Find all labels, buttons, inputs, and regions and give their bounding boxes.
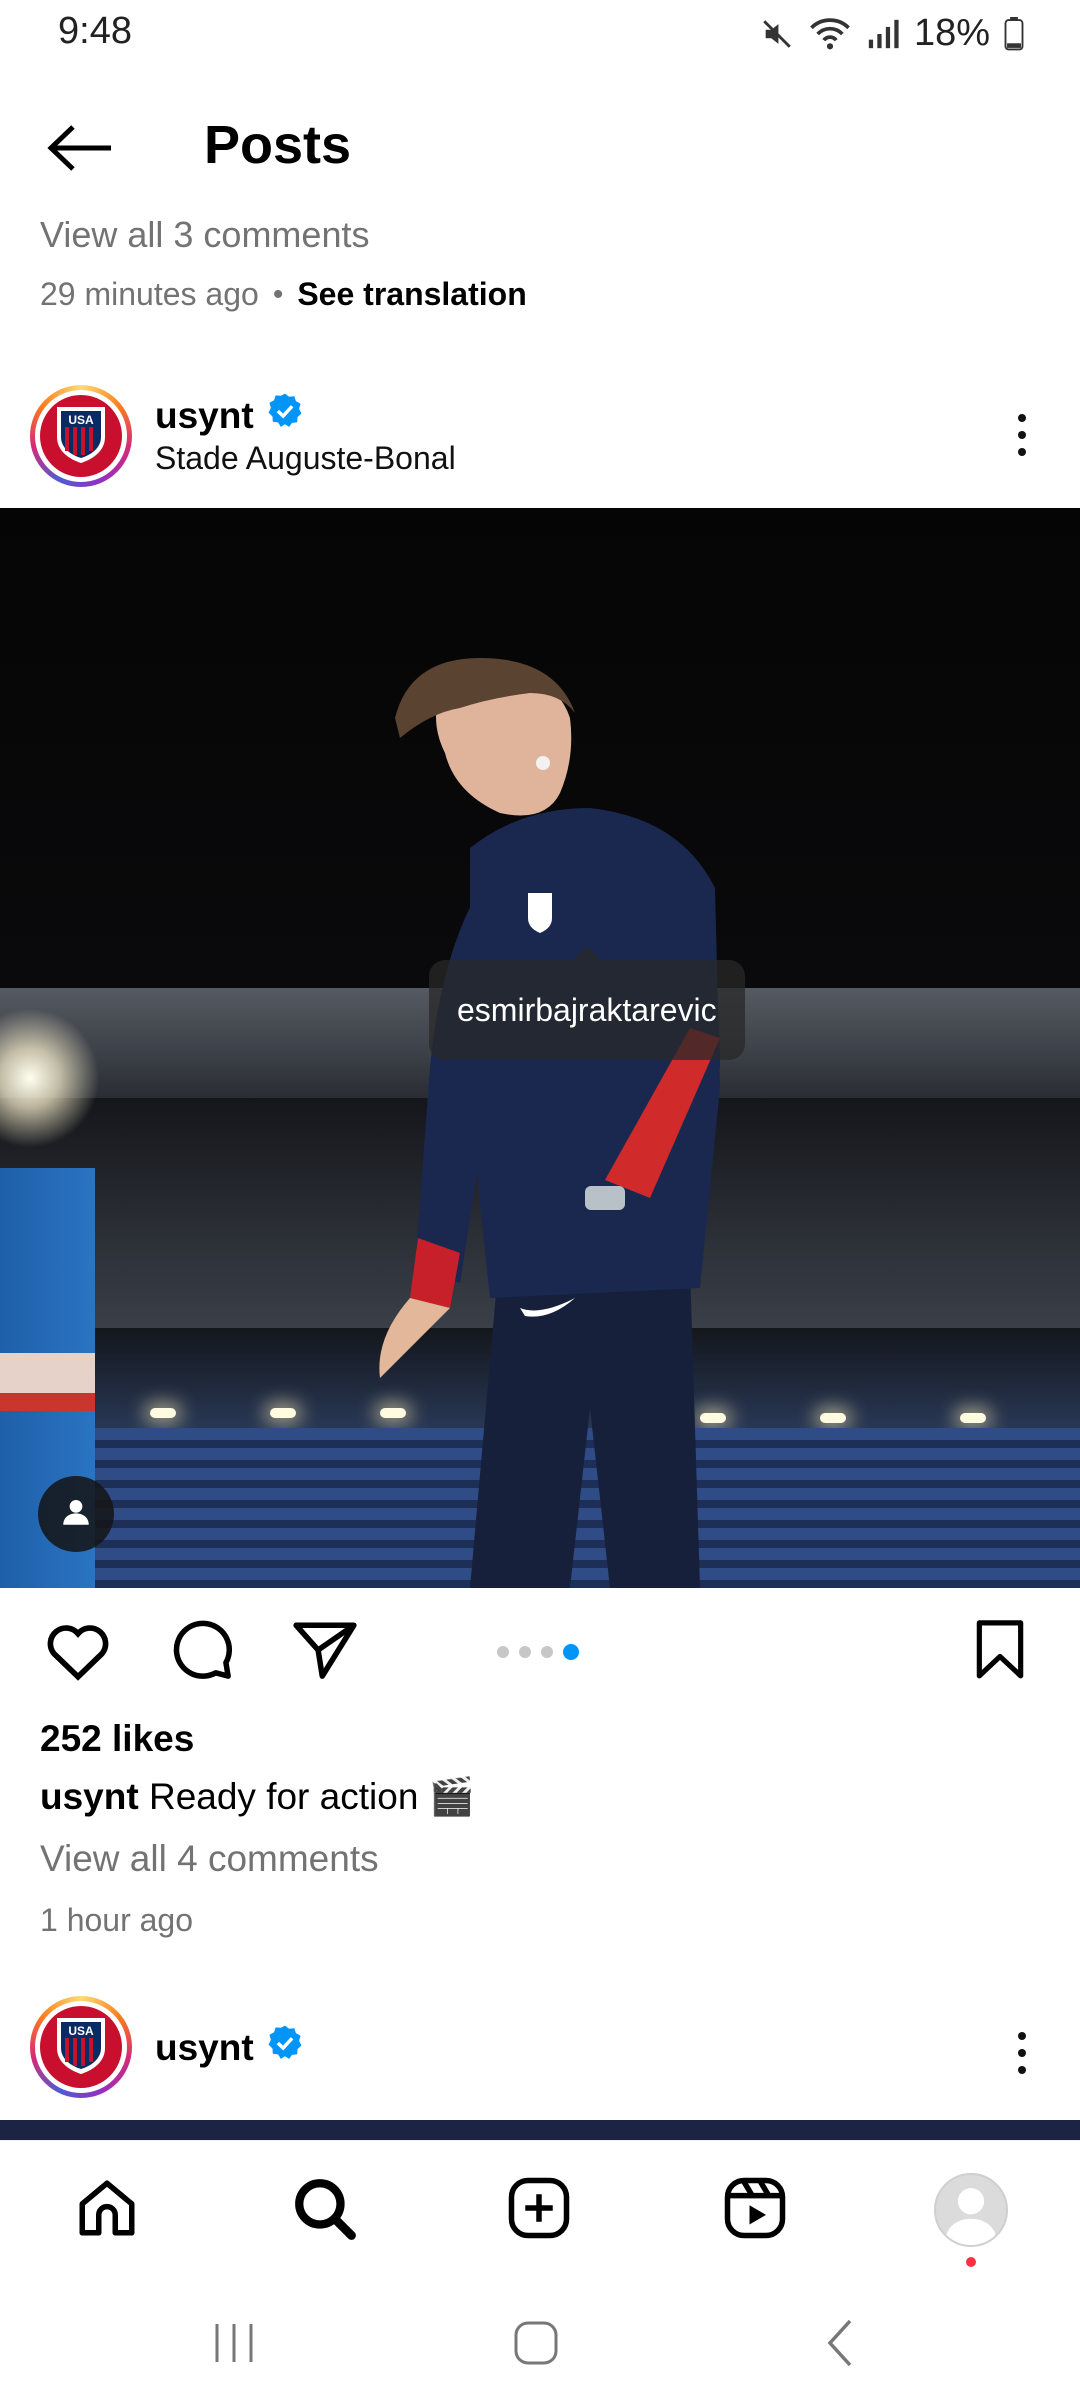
- arrow-left-icon: [45, 123, 115, 178]
- bottom-nav: [0, 2140, 1080, 2270]
- username-text: usynt: [155, 394, 254, 436]
- save-button[interactable]: [960, 1612, 1040, 1692]
- avatar[interactable]: USA: [30, 385, 132, 487]
- nav-reels[interactable]: [710, 2165, 800, 2255]
- caption-username[interactable]: usynt: [40, 1776, 139, 1817]
- next-post-avatar[interactable]: USA: [30, 1996, 132, 2098]
- recents-icon: [209, 2320, 259, 2371]
- next-post-photo-edge: [0, 2120, 1080, 2140]
- see-translation-link[interactable]: See translation: [297, 276, 526, 313]
- previous-time-ago: 29 minutes ago: [40, 276, 259, 312]
- share-button[interactable]: [285, 1612, 365, 1692]
- status-bar: 9:48 18%: [0, 0, 1080, 72]
- comment-bubble-icon: [169, 1617, 235, 1688]
- profile-avatar: [934, 2173, 1008, 2247]
- system-recents-button[interactable]: [194, 2310, 274, 2380]
- svg-text:USA: USA: [68, 413, 94, 427]
- nav-home[interactable]: [62, 2165, 152, 2255]
- status-icons: 18%: [760, 12, 1024, 55]
- tagged-users-button[interactable]: [38, 1476, 114, 1552]
- usa-crest-icon: USA: [53, 403, 109, 470]
- status-time: 9:48: [58, 10, 132, 52]
- carousel-dot-active: [563, 1644, 579, 1660]
- carousel-dot: [519, 1646, 531, 1658]
- search-icon: [291, 2175, 357, 2246]
- next-post-header: USA usynt: [0, 1992, 1080, 2112]
- nav-create[interactable]: [494, 2165, 584, 2255]
- previous-view-comments-link[interactable]: View all 3 comments: [40, 214, 369, 256]
- likes-count[interactable]: 252 likes: [40, 1718, 194, 1760]
- home-icon: [74, 2175, 140, 2246]
- next-post-username[interactable]: usynt: [155, 2024, 304, 2071]
- more-options-button[interactable]: [1002, 400, 1042, 470]
- send-icon: [292, 1619, 358, 1686]
- carousel-dot: [541, 1646, 553, 1658]
- like-button[interactable]: [38, 1612, 118, 1692]
- caption: usynt Ready for action 🎬: [40, 1776, 475, 1819]
- system-back-button[interactable]: [800, 2310, 880, 2380]
- header: Posts: [0, 100, 1080, 200]
- nav-profile[interactable]: [926, 2165, 1016, 2255]
- next-more-options-button[interactable]: [1002, 2018, 1042, 2088]
- back-chevron-icon: [822, 2317, 858, 2374]
- create-icon: [506, 2175, 572, 2246]
- post-header: USA usynt Stade Auguste-Bonal: [0, 376, 1080, 496]
- person-icon: [59, 1495, 93, 1534]
- user-tag[interactable]: esmirbajraktarevic: [429, 946, 745, 1060]
- previous-post-meta: 29 minutes ago • See translation: [40, 276, 527, 313]
- bookmark-icon: [973, 1619, 1027, 1686]
- post-location[interactable]: Stade Auguste-Bonal: [155, 440, 456, 477]
- battery-icon: [1004, 16, 1024, 51]
- signal-icon: [866, 17, 900, 51]
- usa-crest-icon: USA: [53, 2014, 109, 2081]
- mute-icon: [760, 17, 794, 51]
- reels-icon: [722, 2175, 788, 2246]
- carousel-indicator: [497, 1644, 579, 1660]
- system-home-button[interactable]: [496, 2310, 576, 2380]
- separator-dot: •: [272, 277, 284, 311]
- heart-icon: [44, 1619, 112, 1686]
- post-actions: [0, 1612, 1080, 1692]
- back-button[interactable]: [40, 120, 120, 180]
- nav-search[interactable]: [279, 2165, 369, 2255]
- view-comments-link[interactable]: View all 4 comments: [40, 1838, 379, 1880]
- system-nav: [0, 2280, 1080, 2408]
- comment-button[interactable]: [162, 1612, 242, 1692]
- post-time-ago: 1 hour ago: [40, 1902, 194, 1938]
- svg-text:USA: USA: [68, 2024, 94, 2038]
- page-title: Posts: [204, 115, 352, 175]
- verified-badge-icon: [266, 392, 304, 439]
- notification-dot: [966, 2257, 976, 2267]
- post-photo[interactable]: esmirbajraktarevic: [0, 508, 1080, 1588]
- carousel-dot: [497, 1646, 509, 1658]
- home-square-icon: [512, 2319, 560, 2372]
- username-text: usynt: [155, 2026, 254, 2068]
- verified-badge-icon: [266, 2024, 304, 2071]
- battery-text: 18%: [913, 12, 990, 54]
- caption-text: Ready for action 🎬: [138, 1776, 475, 1817]
- post-username[interactable]: usynt: [155, 392, 304, 439]
- wifi-icon: [808, 17, 852, 51]
